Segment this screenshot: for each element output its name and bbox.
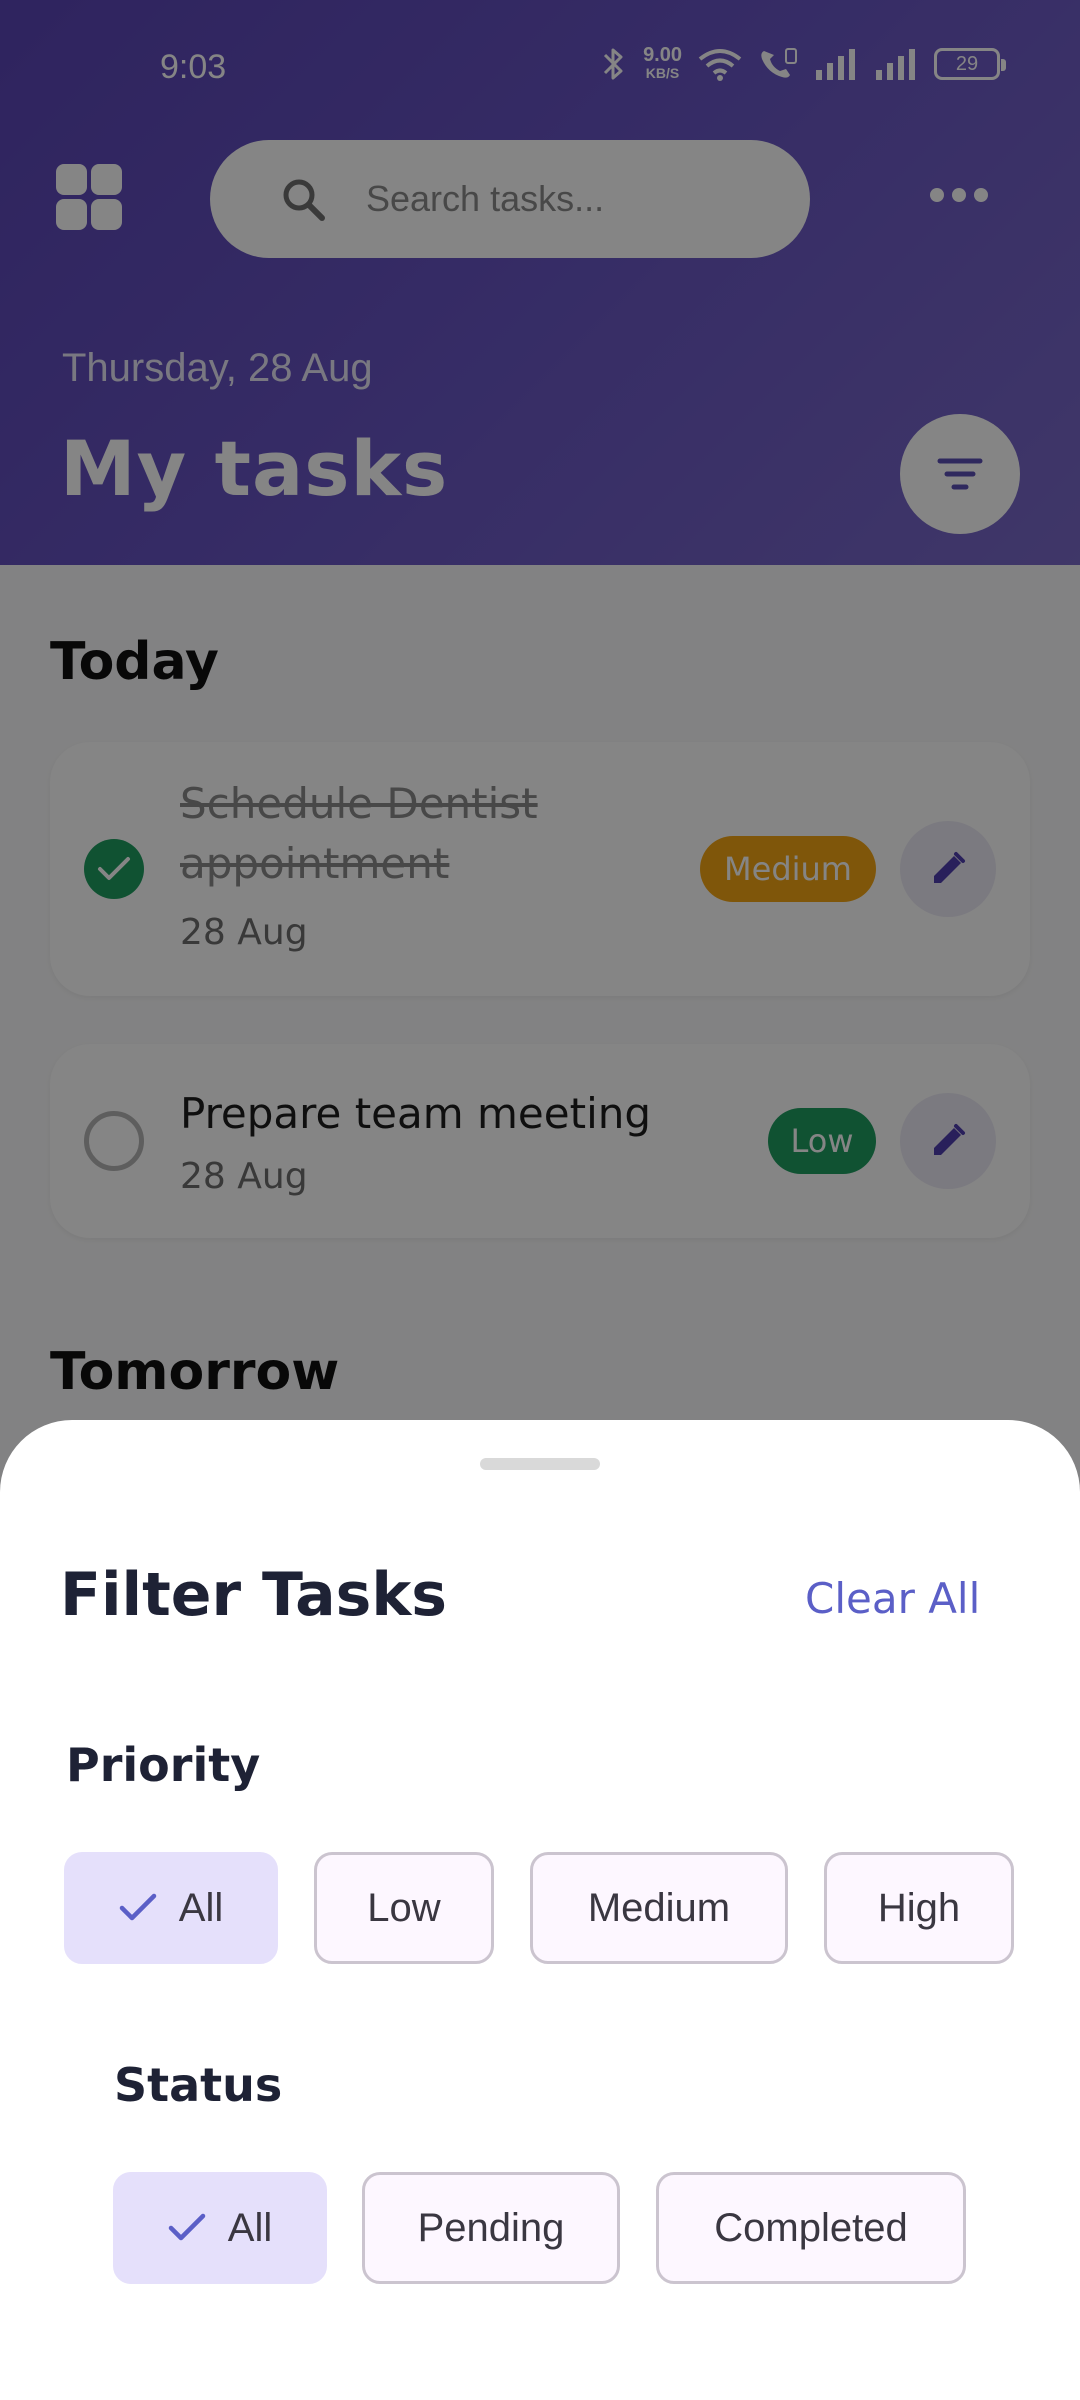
- drag-handle[interactable]: [480, 1458, 600, 1470]
- chip-label: Low: [367, 1885, 441, 1930]
- status-chip-completed[interactable]: Completed: [656, 2172, 966, 2284]
- check-icon: [168, 2213, 206, 2241]
- check-icon: [119, 1893, 157, 1921]
- priority-chip-medium[interactable]: Medium: [530, 1852, 788, 1964]
- status-chip-pending[interactable]: Pending: [362, 2172, 620, 2284]
- status-label: Status: [114, 2058, 283, 2112]
- priority-chip-all[interactable]: All: [64, 1852, 278, 1964]
- priority-chip-high[interactable]: High: [824, 1852, 1014, 1964]
- sheet-title: Filter Tasks: [60, 1560, 447, 1630]
- chip-label: Completed: [714, 2205, 908, 2250]
- status-chip-all[interactable]: All: [113, 2172, 327, 2284]
- chip-label: All: [178, 1885, 224, 1930]
- chip-label: All: [227, 2205, 273, 2250]
- chip-label: High: [877, 1885, 961, 1930]
- filter-bottom-sheet: Filter Tasks Clear All Priority All Low …: [0, 1420, 1080, 2400]
- priority-chip-low[interactable]: Low: [314, 1852, 494, 1964]
- priority-label: Priority: [66, 1738, 261, 1792]
- chip-label: Medium: [587, 1885, 731, 1930]
- clear-all-button[interactable]: Clear All: [805, 1574, 980, 1623]
- chip-label: Pending: [417, 2205, 565, 2250]
